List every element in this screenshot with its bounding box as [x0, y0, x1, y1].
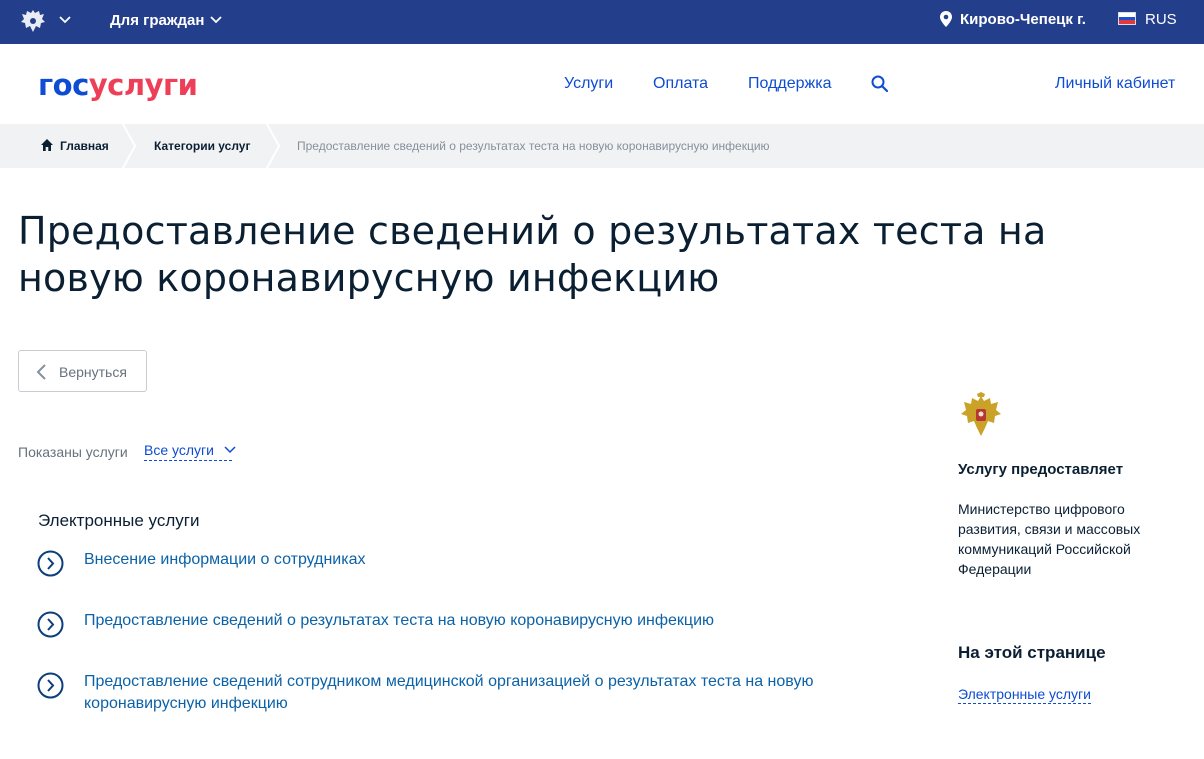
service-link[interactable]: Внесение информации о сотрудниках — [84, 549, 884, 571]
chevron-circle-icon[interactable] — [37, 550, 64, 577]
service-link[interactable]: Предоставление сведений о результатах те… — [84, 610, 884, 632]
language-selector[interactable]: RUS — [1145, 11, 1177, 28]
toc-link-electronic-services[interactable]: Электронные услуги — [958, 686, 1091, 704]
filter-label: Показаны услуги — [18, 444, 128, 460]
provider-name: Министерство цифрового развития, связи и… — [958, 501, 1141, 577]
russian-emblem-icon[interactable] — [18, 6, 48, 36]
logo-part-gos: гос — [38, 68, 89, 102]
on-this-page-heading: На этой странице — [958, 643, 1106, 662]
page-title: Предоставление сведений о результатах те… — [18, 209, 1047, 300]
coat-of-arms-icon — [961, 392, 1001, 436]
nav-support[interactable]: Поддержка — [748, 75, 831, 93]
nav-payment[interactable]: Оплата — [653, 75, 708, 93]
location-selector[interactable]: Кирово-Чепецк г. — [960, 11, 1086, 28]
chevron-circle-icon[interactable] — [37, 611, 64, 638]
breadcrumb-current: Предоставление сведений о результатах те… — [297, 139, 770, 153]
provider-heading: Услугу предоставляет — [958, 461, 1124, 478]
site-header: госуслуги Услуги Оплата Поддержка Личный… — [0, 44, 1204, 124]
breadcrumb-home[interactable]: Главная — [40, 139, 109, 153]
service-link[interactable]: Предоставление сведений сотрудником меди… — [84, 671, 884, 715]
chevron-down-icon[interactable] — [223, 444, 237, 456]
audience-selector[interactable]: Для граждан — [110, 12, 204, 29]
back-button[interactable]: Вернуться — [18, 350, 147, 392]
chevron-down-icon[interactable] — [209, 13, 223, 27]
logo-part-uslugi: услуги — [88, 68, 198, 102]
breadcrumb-separator — [122, 124, 136, 168]
chevron-down-icon[interactable] — [58, 13, 72, 27]
services-filter-dropdown[interactable]: Все услуги — [144, 442, 232, 461]
russia-flag-icon[interactable] — [1118, 12, 1136, 25]
nav-services[interactable]: Услуги — [564, 75, 613, 93]
breadcrumb-separator — [266, 124, 280, 168]
breadcrumb-categories[interactable]: Категории услуг — [154, 139, 250, 153]
search-icon[interactable] — [870, 74, 890, 94]
back-button-label: Вернуться — [59, 364, 127, 380]
breadcrumb: Главная Категории услуг Предоставление с… — [0, 124, 1204, 168]
map-pin-icon[interactable] — [939, 10, 953, 28]
electronic-services-heading: Электронные услуги — [38, 511, 200, 530]
chevron-left-icon — [36, 364, 46, 380]
personal-account-link[interactable]: Личный кабинет — [1055, 75, 1175, 93]
chevron-circle-icon[interactable] — [37, 672, 64, 699]
gosuslugi-logo[interactable]: госуслуги — [38, 68, 198, 102]
top-bar: Для граждан Кирово-Чепецк г. RUS — [0, 0, 1204, 44]
